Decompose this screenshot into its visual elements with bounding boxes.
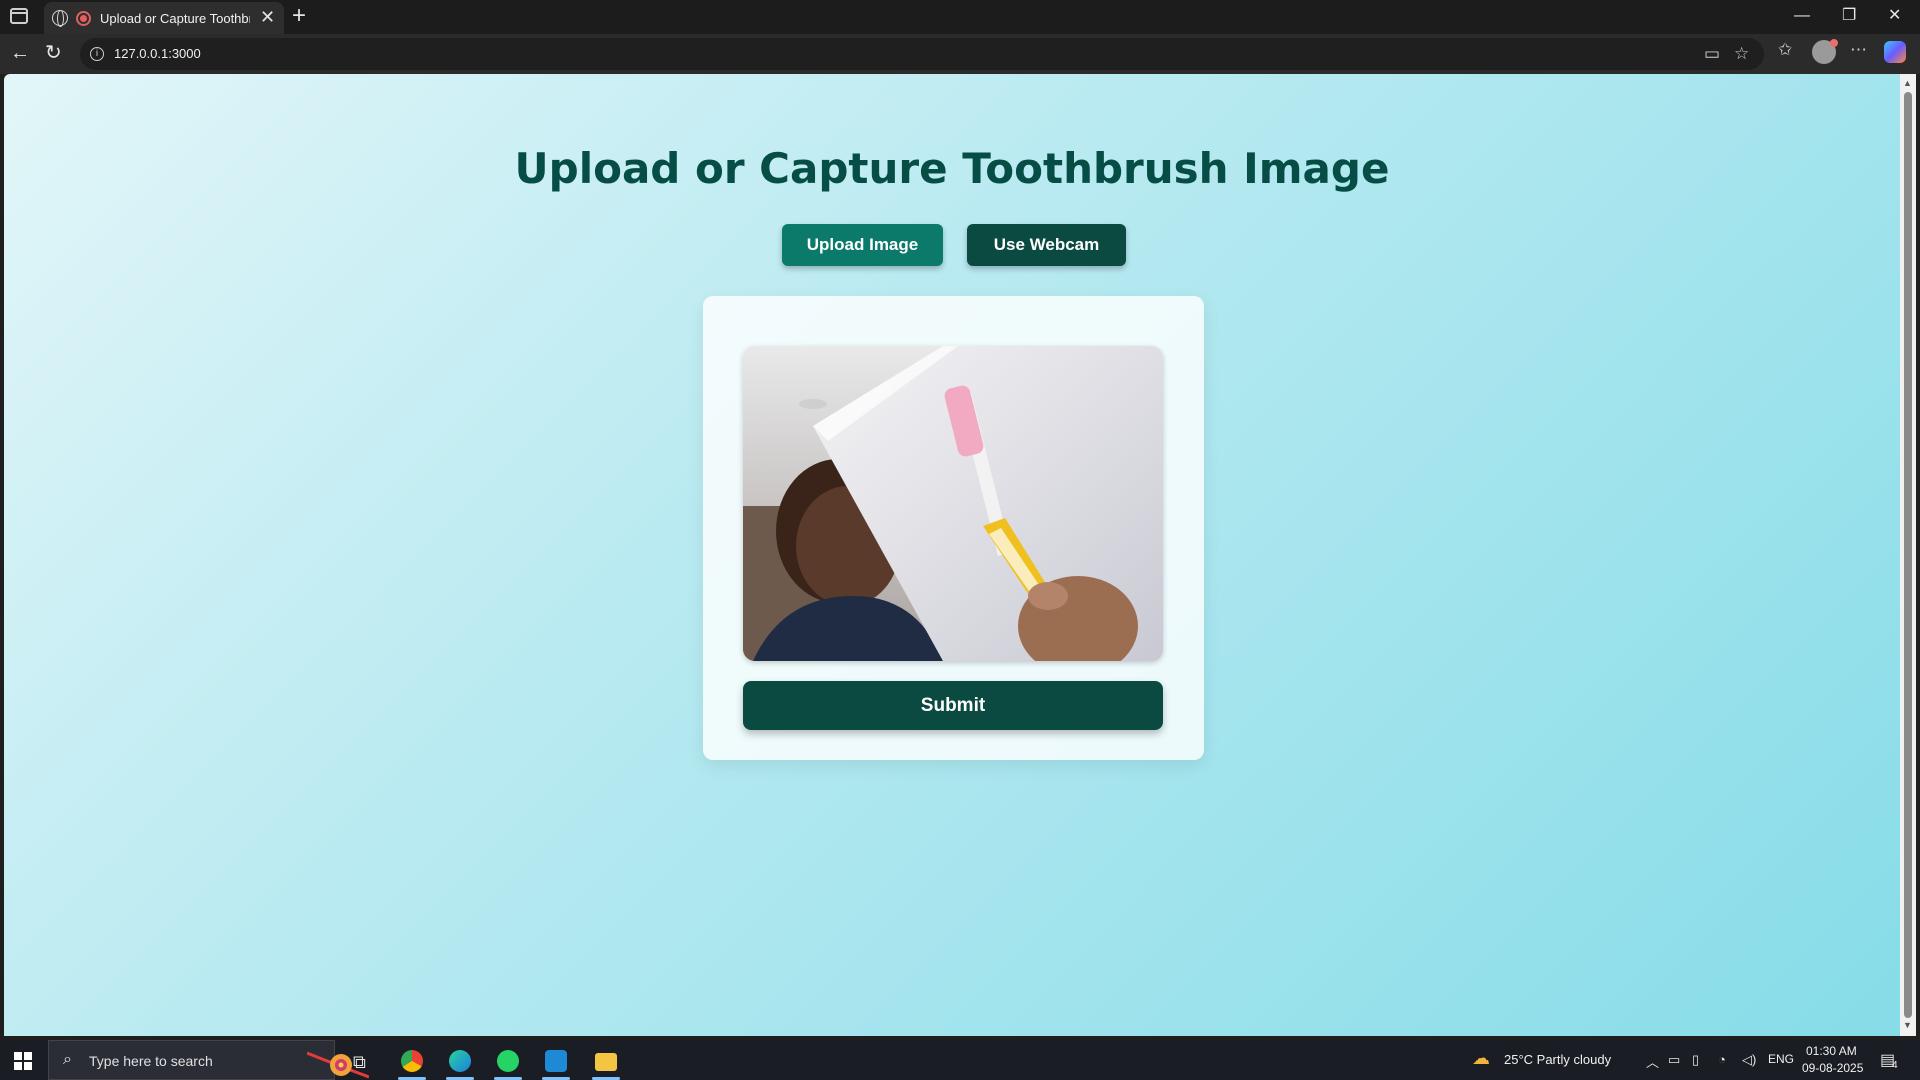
capture-card: Submit — [703, 296, 1204, 760]
scroll-down-icon[interactable]: ▼ — [1903, 1020, 1912, 1030]
back-icon[interactable]: ← — [10, 42, 30, 64]
taskbar-search[interactable]: ⌕ Type here to search — [48, 1040, 369, 1080]
weather-icon[interactable]: ☁ — [1472, 1048, 1490, 1069]
restore-icon[interactable]: ❐ — [1842, 5, 1856, 27]
page-title: Upload or Capture Toothbrush Image — [514, 144, 1390, 193]
favorites-icon[interactable]: ✩ — [1778, 41, 1792, 59]
windows-taskbar: ⌕ Type here to search ⧉ ☁ 25°C Partly cl… — [0, 1040, 1920, 1080]
camera-in-use-icon[interactable]: ▭ — [1704, 45, 1720, 63]
wifi-icon[interactable]: ◔ — [1718, 1052, 1726, 1067]
close-tab-icon[interactable]: ✕ — [260, 8, 275, 26]
site-info-icon[interactable]: i — [90, 47, 104, 61]
close-window-icon[interactable]: ✕ — [1888, 5, 1901, 27]
recording-icon — [76, 11, 91, 26]
edge-taskbar-icon[interactable] — [438, 1044, 482, 1080]
browser-tab[interactable]: Upload or Capture Toothbrush Image ✕ — [44, 2, 284, 34]
submit-button[interactable]: Submit — [743, 681, 1163, 730]
profile-avatar[interactable] — [1812, 39, 1838, 64]
windows-start-icon[interactable] — [14, 1052, 32, 1070]
captured-image-preview — [743, 346, 1163, 661]
scroll-up-icon[interactable]: ▲ — [1903, 78, 1912, 88]
minimize-icon[interactable]: — — [1794, 5, 1810, 27]
more-options-icon[interactable]: ⋯ — [1850, 41, 1867, 59]
search-placeholder: Type here to search — [89, 1053, 213, 1069]
tab-actions-icon[interactable] — [10, 8, 28, 24]
file-explorer-taskbar-icon[interactable] — [584, 1044, 628, 1080]
chrome-taskbar-icon[interactable] — [390, 1044, 434, 1080]
battery-icon[interactable]: ▭ — [1668, 1052, 1680, 1068]
show-hidden-icons-icon[interactable]: ︿ — [1646, 1052, 1659, 1071]
new-tab-icon[interactable]: + — [292, 3, 306, 29]
clock-time[interactable]: 01:30 AM — [1806, 1044, 1857, 1058]
search-icon: ⌕ — [63, 1051, 72, 1068]
clock-date[interactable]: 09-08-2025 — [1802, 1061, 1863, 1075]
task-view-icon[interactable]: ⧉ — [340, 1044, 384, 1080]
tab-title: Upload or Capture Toothbrush Image — [100, 11, 250, 26]
address-bar[interactable]: i 127.0.0.1:3000 ▭ ☆ — [80, 38, 1764, 70]
url-text[interactable]: 127.0.0.1:3000 — [114, 46, 201, 61]
browser-titlebar: Upload or Capture Toothbrush Image ✕ + —… — [0, 0, 1920, 34]
globe-icon — [52, 10, 68, 27]
scroll-thumb[interactable] — [1904, 92, 1912, 1018]
vscode-taskbar-icon[interactable] — [534, 1044, 578, 1080]
refresh-icon[interactable]: ↻ — [45, 42, 62, 64]
webcam-photo — [743, 346, 1163, 661]
copilot-icon[interactable] — [1884, 41, 1906, 63]
use-webcam-button[interactable]: Use Webcam — [967, 224, 1126, 266]
notification-count: 4 — [1892, 1060, 1898, 1071]
upload-image-button[interactable]: Upload Image — [782, 224, 943, 266]
language-indicator[interactable]: ENG — [1768, 1052, 1794, 1066]
weather-text[interactable]: 25°C Partly cloudy — [1504, 1052, 1611, 1067]
favorite-star-icon[interactable]: ☆ — [1734, 45, 1749, 63]
vertical-scrollbar[interactable]: ▲ ▼ — [1900, 74, 1916, 1036]
whatsapp-taskbar-icon[interactable] — [486, 1044, 530, 1080]
volume-icon[interactable]: ◁) — [1742, 1052, 1756, 1068]
address-toolbar: ← ↻ i 127.0.0.1:3000 ▭ ☆ ✩ ⋯ — [0, 34, 1920, 74]
meet-now-icon[interactable]: ▯ — [1692, 1052, 1699, 1068]
page-viewport: Upload or Capture Toothbrush Image Uploa… — [4, 74, 1900, 1036]
